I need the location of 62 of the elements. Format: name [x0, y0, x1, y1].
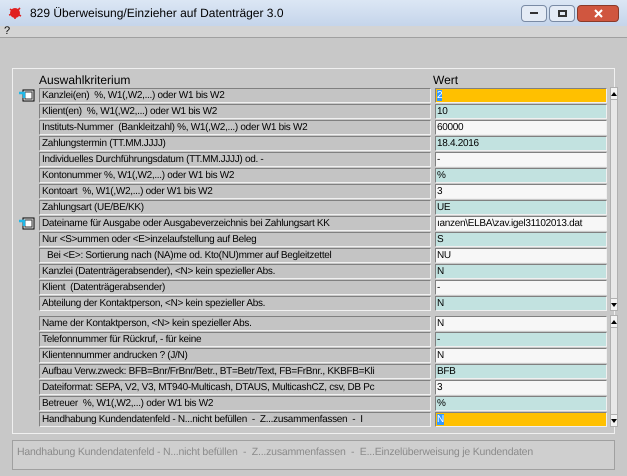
value-field[interactable]: -: [435, 152, 607, 166]
window-title: 829 Überweisung/Einzieher auf Datenträger 3.0: [30, 5, 284, 22]
list-icon[interactable]: [19, 216, 35, 230]
value-field[interactable]: -: [435, 332, 607, 346]
scroll-up-button[interactable]: [611, 316, 617, 328]
up-arrow-icon: [611, 320, 617, 324]
status-bar: Handhabung Kundendatenfeld - N...nicht befüllen - Z...zusammenfassen - E...Einzelüberweisung je Kundendaten: [12, 440, 615, 470]
criterion-label: Kontonummer %, W1(,W2,...) oder W1 bis W2: [39, 168, 431, 182]
down-arrow-icon: [611, 302, 617, 306]
criterion-label: Dateiname für Ausgabe oder Ausgabeverzeichnis bei Zahlungsart KK: [39, 216, 431, 230]
column-header: Wert: [433, 73, 458, 87]
up-arrow-icon: [611, 92, 617, 96]
scroll-down-button[interactable]: [611, 414, 617, 426]
criterion-label: Zahlungsart (UE/BE/KK): [39, 200, 431, 214]
value-field[interactable]: -: [435, 280, 607, 294]
value-field[interactable]: 10: [435, 104, 607, 118]
value-field[interactable]: 60000: [435, 120, 607, 134]
close-icon: [594, 8, 602, 18]
app-logo-icon: [8, 6, 22, 20]
scrollbar[interactable]: [610, 315, 618, 427]
down-arrow-icon: [611, 418, 617, 422]
value-field[interactable]: S: [435, 232, 607, 246]
value-field[interactable]: 18.4.2016: [435, 136, 607, 150]
value-field[interactable]: N: [435, 316, 607, 330]
scrollbar[interactable]: [610, 87, 618, 311]
value-field[interactable]: N: [435, 296, 607, 310]
column-header: Auswahlkriterium: [39, 73, 132, 87]
criterion-label: Instituts-Nummer (Bankleitzahl) %, W1(,W2,...) oder W1 bis W2: [39, 120, 431, 134]
value-field[interactable]: UE: [435, 200, 607, 214]
criterion-label: Bei <E>: Sortierung nach (NA)me od. Kto(NU)mmer auf Begleitzettel: [39, 248, 431, 262]
value-field[interactable]: N: [435, 264, 607, 278]
criterion-label: Klient (Datenträgerabsender): [39, 280, 431, 294]
criterion-label: Abteilung der Kontaktperson, <N> kein spezieller Abs.: [39, 296, 431, 310]
value-field[interactable]: ıanzen\ELBA\zav.igel31102013.dat: [435, 216, 607, 230]
value-field[interactable]: 3: [435, 184, 607, 198]
criterion-label: Individuelles Durchführungsdatum (TT.MM.JJJJ) od. -: [39, 152, 431, 166]
help-menu[interactable]: ?: [4, 26, 10, 37]
criterion-label: Kontoart %, W1(,W2,...) oder W1 bis W2: [39, 184, 431, 198]
criterion-label: Name der Kontaktperson, <N> kein spezieller Abs.: [39, 316, 431, 330]
criterion-label: Klient(en) %, W1(,W2,...) oder W1 bis W2: [39, 104, 431, 118]
list-icon[interactable]: [19, 88, 35, 102]
maximize-button[interactable]: [549, 4, 575, 22]
value-field[interactable]: %: [435, 396, 607, 410]
value-field[interactable]: NU: [435, 248, 607, 262]
criterion-label: Betreuer %, W1(,W2,...) oder W1 bis W2: [39, 396, 431, 410]
criterion-label: Telefonnummer für Rückruf, - für keine: [39, 332, 431, 346]
minimize-button[interactable]: [521, 4, 547, 22]
criterion-label: Nur <S>ummen oder <E>inzelaufstellung auf Beleg: [39, 232, 431, 246]
value-field[interactable]: BFB: [435, 364, 607, 378]
close-button[interactable]: [577, 4, 619, 22]
criterion-label: Handhabung Kundendatenfeld - N...nicht befüllen - Z...zusammenfassen - I: [39, 412, 431, 426]
criterion-label: Zahlungstermin (TT.MM.JJJJ): [39, 136, 431, 150]
value-field[interactable]: N: [435, 348, 607, 362]
criterion-label: Kanzlei (Datenträgerabsender), <N> kein spezieller Abs.: [39, 264, 431, 278]
value-field[interactable]: 3: [435, 380, 607, 394]
criterion-label: Aufbau Verw.zweck: BFB=Bnr/FrBnr/Betr., BT=Betr/Text, FB=FrBnr., KKBFB=Kli: [39, 364, 431, 378]
scroll-down-button[interactable]: [611, 298, 617, 310]
criterion-label: Kanzlei(en) %, W1(,W2,...) oder W1 bis W2: [39, 88, 431, 102]
scroll-up-button[interactable]: [611, 88, 617, 100]
criterion-label: Dateiformat: SEPA, V2, V3, MT940-Multicash, DTAUS, MulticashCZ, csv, DB Pc: [39, 380, 431, 394]
criterion-label: Klientennummer andrucken ? (J/N): [39, 348, 431, 362]
value-field[interactable]: %: [435, 168, 607, 182]
